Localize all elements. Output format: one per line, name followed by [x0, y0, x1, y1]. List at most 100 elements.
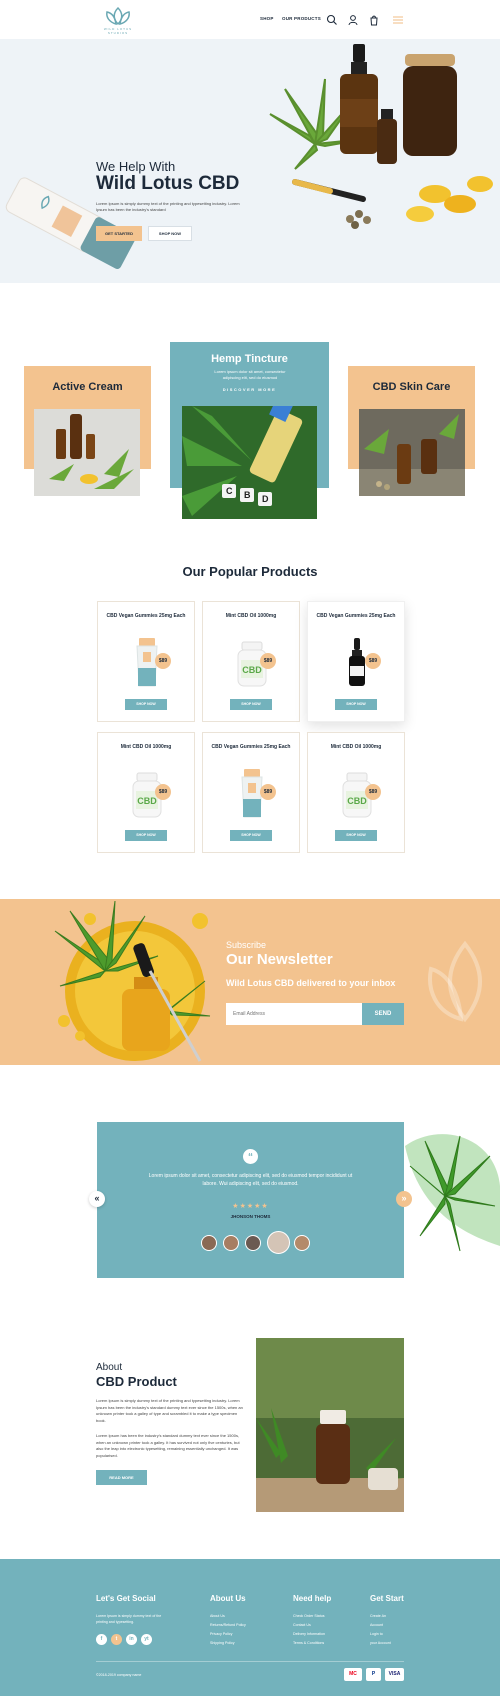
price-badge: $89	[260, 653, 276, 669]
footer-link[interactable]: Returns/Refund Policy	[210, 1623, 246, 1627]
footer-link[interactable]: Check Order Status	[293, 1614, 325, 1618]
hero-body: Lorem Ipsum is simply dummy text of the …	[96, 201, 240, 212]
product-name: CBD Vegan Gummies 25mg Each	[316, 613, 396, 619]
footer-link[interactable]: Contact Us	[293, 1623, 311, 1627]
youtube-icon[interactable]: yt	[141, 1634, 152, 1645]
svg-text:B: B	[244, 490, 251, 500]
svg-text:D: D	[262, 494, 269, 504]
newsletter-kicker: Subscribe	[226, 940, 267, 950]
hemp-tincture-photo: C B D	[182, 406, 317, 519]
shop-now-button[interactable]: SHOP NOW	[335, 699, 377, 710]
shop-now-button[interactable]: SHOP NOW	[335, 830, 377, 841]
shop-now-button[interactable]: SHOP NOW	[230, 830, 272, 841]
price-badge: $89	[260, 784, 276, 800]
footer-divider	[96, 1661, 404, 1662]
mastercard-icon: MC	[344, 1668, 362, 1681]
category-title: Hemp Tincture	[211, 353, 288, 365]
send-button[interactable]: SEND	[362, 1003, 404, 1025]
footer-link[interactable]: Login to	[370, 1632, 383, 1636]
avatar[interactable]	[223, 1235, 239, 1251]
prev-arrow-button[interactable]: «	[89, 1191, 105, 1207]
rating-stars: ★★★★★	[232, 1203, 269, 1210]
footer-link[interactable]: Delivery Information	[293, 1632, 325, 1636]
discover-more-link[interactable]: DISCOVER MORE	[170, 387, 329, 392]
cart-icon[interactable]	[368, 13, 380, 26]
shop-now-button[interactable]: SHOP NOW	[125, 699, 167, 710]
cbd-oil-image	[54, 901, 211, 1062]
logo-text: WILD LOTUS STUDIOS	[103, 27, 133, 35]
product-card[interactable]: Mint CBD Oil 1000mg CBD $89 SHOP NOW	[97, 732, 195, 853]
shop-now-button[interactable]: SHOP NOW	[148, 226, 192, 241]
avatar[interactable]	[201, 1235, 217, 1251]
product-name: Mint CBD Oil 1000mg	[120, 744, 172, 750]
footer-link[interactable]: About Us	[210, 1614, 225, 1618]
svg-text:CBD: CBD	[137, 796, 157, 806]
get-started-button[interactable]: GET STARTED	[96, 226, 142, 241]
cbd-bottles-image	[269, 44, 493, 229]
avatar-active[interactable]	[267, 1231, 290, 1254]
category-title: CBD Skin Care	[372, 381, 451, 393]
product-name: Mint CBD Oil 1000mg	[330, 744, 382, 750]
product-card[interactable]: CBD Vegan Gummies 25mg Each $89 SHOP NOW	[307, 601, 405, 722]
testimonial-card: “ Lorem ipsum dolor sit amet, consectetu…	[97, 1122, 404, 1278]
active-cream-photo	[34, 409, 140, 496]
footer-link[interactable]: Account	[370, 1623, 383, 1627]
product-card[interactable]: CBD Vegan Gummies 25mg Each $89 SHOP NOW	[97, 601, 195, 722]
menu-icon[interactable]	[392, 13, 404, 25]
quote-icon: “	[243, 1149, 258, 1164]
footer-social-text: Lorem Ipsum is simply dummy text of the …	[96, 1614, 162, 1624]
search-icon[interactable]	[326, 13, 338, 25]
site-header: WILD LOTUS STUDIOS SHOP OUR PRODUCTS	[0, 0, 500, 39]
about-kicker: About	[96, 1362, 123, 1373]
email-input[interactable]	[226, 1003, 362, 1025]
svg-text:CBD: CBD	[242, 665, 262, 675]
footer-link[interactable]: Terms & Conditions	[293, 1641, 324, 1645]
price-badge: $89	[365, 784, 381, 800]
product-name: CBD Vegan Gummies 25mg Each	[106, 613, 186, 619]
cbd-product-photo	[256, 1338, 404, 1512]
shop-now-button[interactable]: SHOP NOW	[230, 699, 272, 710]
footer-link[interactable]: your Account	[370, 1641, 391, 1645]
about-paragraph: Lorem Ipsum is simply dummy text of the …	[96, 1398, 243, 1423]
shop-now-button[interactable]: SHOP NOW	[125, 830, 167, 841]
skin-care-photo	[359, 409, 465, 496]
about-paragraph: Lorem Ipsum has been the industry's stan…	[96, 1433, 240, 1458]
copyright: ©2018-2019 company name	[96, 1673, 142, 1677]
next-arrow-button[interactable]: »	[396, 1191, 412, 1207]
hero-section: We Help With Wild Lotus CBD Lorem Ipsum …	[0, 39, 500, 283]
hero-title: Wild Lotus CBD	[96, 173, 240, 194]
visa-icon: VISA	[385, 1668, 404, 1681]
newsletter-section: Subscribe Our Newsletter Wild Lotus CBD …	[0, 899, 500, 1065]
twitter-icon[interactable]: t	[111, 1634, 122, 1645]
site-footer: Let's Get Social Lorem Ipsum is simply d…	[0, 1559, 500, 1696]
footer-link[interactable]: Shipping Policy	[210, 1641, 235, 1645]
footer-link[interactable]: Privacy Policy	[210, 1632, 232, 1636]
product-card[interactable]: Mint CBD Oil 1000mg CBD $89 SHOP NOW	[307, 732, 405, 853]
product-card[interactable]: Mint CBD Oil 1000mg CBD $89 SHOP NOW	[202, 601, 300, 722]
product-name: CBD Vegan Gummies 25mg Each	[211, 744, 291, 750]
avatar[interactable]	[245, 1235, 261, 1251]
read-more-button[interactable]: READ MORE	[96, 1470, 147, 1485]
hero-kicker: We Help With	[96, 159, 176, 174]
footer-heading: Get Start	[370, 1594, 404, 1603]
facebook-icon[interactable]: f	[96, 1634, 107, 1645]
avatar[interactable]	[294, 1235, 310, 1251]
footer-heading: About Us	[210, 1594, 246, 1603]
svg-text:C: C	[226, 486, 233, 496]
testimonial-text: Lorem ipsum dolor sit amet, consectetur …	[148, 1173, 353, 1187]
lotus-watermark-icon	[428, 940, 482, 1023]
price-badge: $89	[155, 784, 171, 800]
footer-heading: Let's Get Social	[96, 1594, 156, 1603]
lotus-icon	[106, 6, 130, 26]
product-card[interactable]: CBD Vegan Gummies 25mg Each $89 SHOP NOW	[202, 732, 300, 853]
footer-link[interactable]: Create An	[370, 1614, 386, 1618]
svg-text:CBD: CBD	[347, 796, 367, 806]
user-icon[interactable]	[347, 13, 359, 26]
nav-our-products[interactable]: OUR PRODUCTS	[282, 16, 321, 21]
price-badge: $89	[365, 653, 381, 669]
nav-shop[interactable]: SHOP	[260, 16, 274, 21]
instagram-icon[interactable]: in	[126, 1634, 137, 1645]
brand-logo[interactable]: WILD LOTUS STUDIOS	[96, 5, 140, 35]
newsletter-subtitle: Wild Lotus CBD delivered to your inbox	[226, 978, 396, 988]
category-body: Lorem ipsum dolor sit amet, consectetur …	[214, 369, 286, 380]
